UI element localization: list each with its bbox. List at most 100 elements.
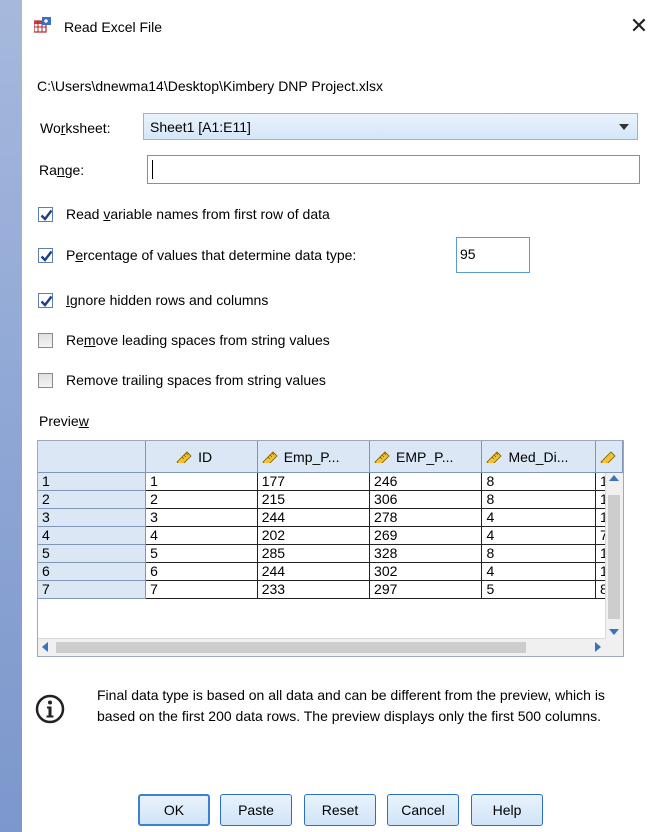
text-cursor: [152, 160, 153, 179]
ruler-icon: [176, 450, 192, 463]
column-header[interactable]: [595, 441, 623, 473]
table-cell: 278: [369, 508, 483, 527]
preview-grid[interactable]: ID Emp_P... EMP_P... Med_Di... 1 1 177 246 8…: [37, 440, 624, 657]
table-cell: 246: [369, 472, 483, 491]
table-cell: 4: [481, 562, 596, 581]
row-header: 6: [38, 562, 147, 581]
table-cell: 7: [145, 580, 258, 599]
ruler-icon: [600, 450, 616, 463]
info-circle-icon: [35, 694, 65, 727]
table-cell: 215: [257, 490, 371, 509]
row-header: 4: [38, 526, 147, 545]
row-header: 1: [38, 472, 147, 491]
table-cell: 302: [369, 562, 483, 581]
scroll-thumb[interactable]: [608, 495, 620, 619]
worksheet-label: Worksheet:: [40, 120, 111, 136]
row-header: 5: [38, 544, 147, 563]
table-cell: 8: [481, 472, 596, 491]
table-row: 3 3 244 278 4 1: [38, 508, 623, 527]
percentage-input[interactable]: 95: [456, 237, 530, 273]
column-header[interactable]: EMP_P...: [369, 441, 483, 473]
scroll-corner: [605, 639, 623, 656]
horizontal-scrollbar[interactable]: [38, 638, 606, 656]
chevron-down-icon: [619, 124, 629, 130]
table-row: 1 1 177 246 8 1: [38, 472, 623, 491]
table-row: 5 5 285 328 8 1: [38, 544, 623, 563]
remove-trailing-checkbox[interactable]: [38, 373, 53, 388]
table-cell: 8: [481, 490, 596, 509]
table-row: 2 2 215 306 8 1: [38, 490, 623, 509]
table-row: 4 4 202 269 4 7: [38, 526, 623, 545]
ok-button[interactable]: OK: [138, 794, 210, 826]
row-header-corner: [38, 441, 147, 473]
table-row: 7 7 233 297 5 8: [38, 580, 623, 599]
table-cell: 3: [145, 508, 258, 527]
cancel-button[interactable]: Cancel: [387, 794, 459, 826]
worksheet-select[interactable]: Sheet1 [A1:E11]: [143, 113, 638, 140]
table-cell: 233: [257, 580, 371, 599]
read-excel-dialog: Read Excel File ✕ C:\Users\dnewma14\Desk…: [22, 0, 653, 832]
check-icon: [40, 295, 53, 307]
check-icon: [40, 250, 53, 262]
table-cell: 202: [257, 526, 371, 545]
column-header[interactable]: Med_Di...: [481, 441, 596, 473]
help-button[interactable]: Help: [471, 794, 543, 826]
vertical-scrollbar[interactable]: [605, 473, 623, 639]
row-header: 3: [38, 508, 147, 527]
range-label: Range:: [39, 162, 85, 178]
ruler-icon: [374, 450, 390, 463]
table-row: 6 6 244 302 4 1: [38, 562, 623, 581]
table-cell: 297: [369, 580, 483, 599]
table-cell: 5: [145, 544, 258, 563]
table-cell: 306: [369, 490, 483, 509]
read-names-label: Read variable names from first row of da…: [66, 206, 330, 222]
table-import-icon: [33, 17, 52, 33]
table-cell: 244: [257, 562, 371, 581]
scroll-down-icon[interactable]: [609, 629, 619, 635]
table-cell: 5: [481, 580, 596, 599]
header-row: ID Emp_P... EMP_P... Med_Di...: [38, 441, 623, 473]
table-cell: 1: [145, 472, 258, 491]
row-header: 7: [38, 580, 147, 599]
ignore-hidden-label: Ignore hidden rows and columns: [66, 292, 269, 308]
worksheet-value: Sheet1 [A1:E11]: [150, 119, 251, 135]
title-bar: Read Excel File ✕: [22, 0, 653, 56]
table-cell: 4: [145, 526, 258, 545]
table-cell: 8: [481, 544, 596, 563]
table-cell: 4: [481, 526, 596, 545]
preview-label: Preview: [39, 413, 89, 429]
reset-button[interactable]: Reset: [304, 794, 376, 826]
percentage-checkbox[interactable]: [38, 248, 53, 263]
check-icon: [40, 209, 53, 221]
file-path: C:\Users\dnewma14\Desktop\Kimbery DNP Pr…: [37, 78, 383, 94]
table-cell: 2: [145, 490, 258, 509]
window-title: Read Excel File: [64, 19, 163, 35]
table-cell: 269: [369, 526, 483, 545]
remove-leading-checkbox[interactable]: [38, 333, 53, 348]
table-cell: 328: [369, 544, 483, 563]
ignore-hidden-checkbox[interactable]: [38, 293, 53, 308]
scroll-up-icon[interactable]: [609, 475, 619, 481]
scroll-left-icon[interactable]: [42, 642, 48, 652]
table-cell: 6: [145, 562, 258, 581]
table-cell: 4: [481, 508, 596, 527]
ruler-icon: [262, 450, 278, 463]
column-header[interactable]: ID: [145, 441, 258, 473]
read-names-checkbox[interactable]: [38, 207, 53, 222]
preview-table: ID Emp_P... EMP_P... Med_Di... 1 1 177 246 8…: [38, 441, 623, 599]
percentage-label: Percentage of values that determine data…: [66, 247, 357, 263]
table-cell: 285: [257, 544, 371, 563]
paste-button[interactable]: Paste: [220, 794, 292, 826]
column-header[interactable]: Emp_P...: [257, 441, 371, 473]
row-header: 2: [38, 490, 147, 509]
ruler-icon: [486, 450, 503, 463]
table-cell: 244: [257, 508, 371, 527]
close-button[interactable]: ✕: [627, 12, 651, 40]
remove-leading-label: Remove leading spaces from string values: [66, 332, 330, 348]
remove-trailing-label: Remove trailing spaces from string value…: [66, 372, 326, 388]
range-input[interactable]: [147, 155, 640, 184]
table-cell: 177: [257, 472, 371, 491]
info-message: Final data type is based on all data and…: [97, 687, 605, 724]
scroll-right-icon[interactable]: [595, 642, 601, 652]
scroll-thumb[interactable]: [56, 642, 526, 653]
